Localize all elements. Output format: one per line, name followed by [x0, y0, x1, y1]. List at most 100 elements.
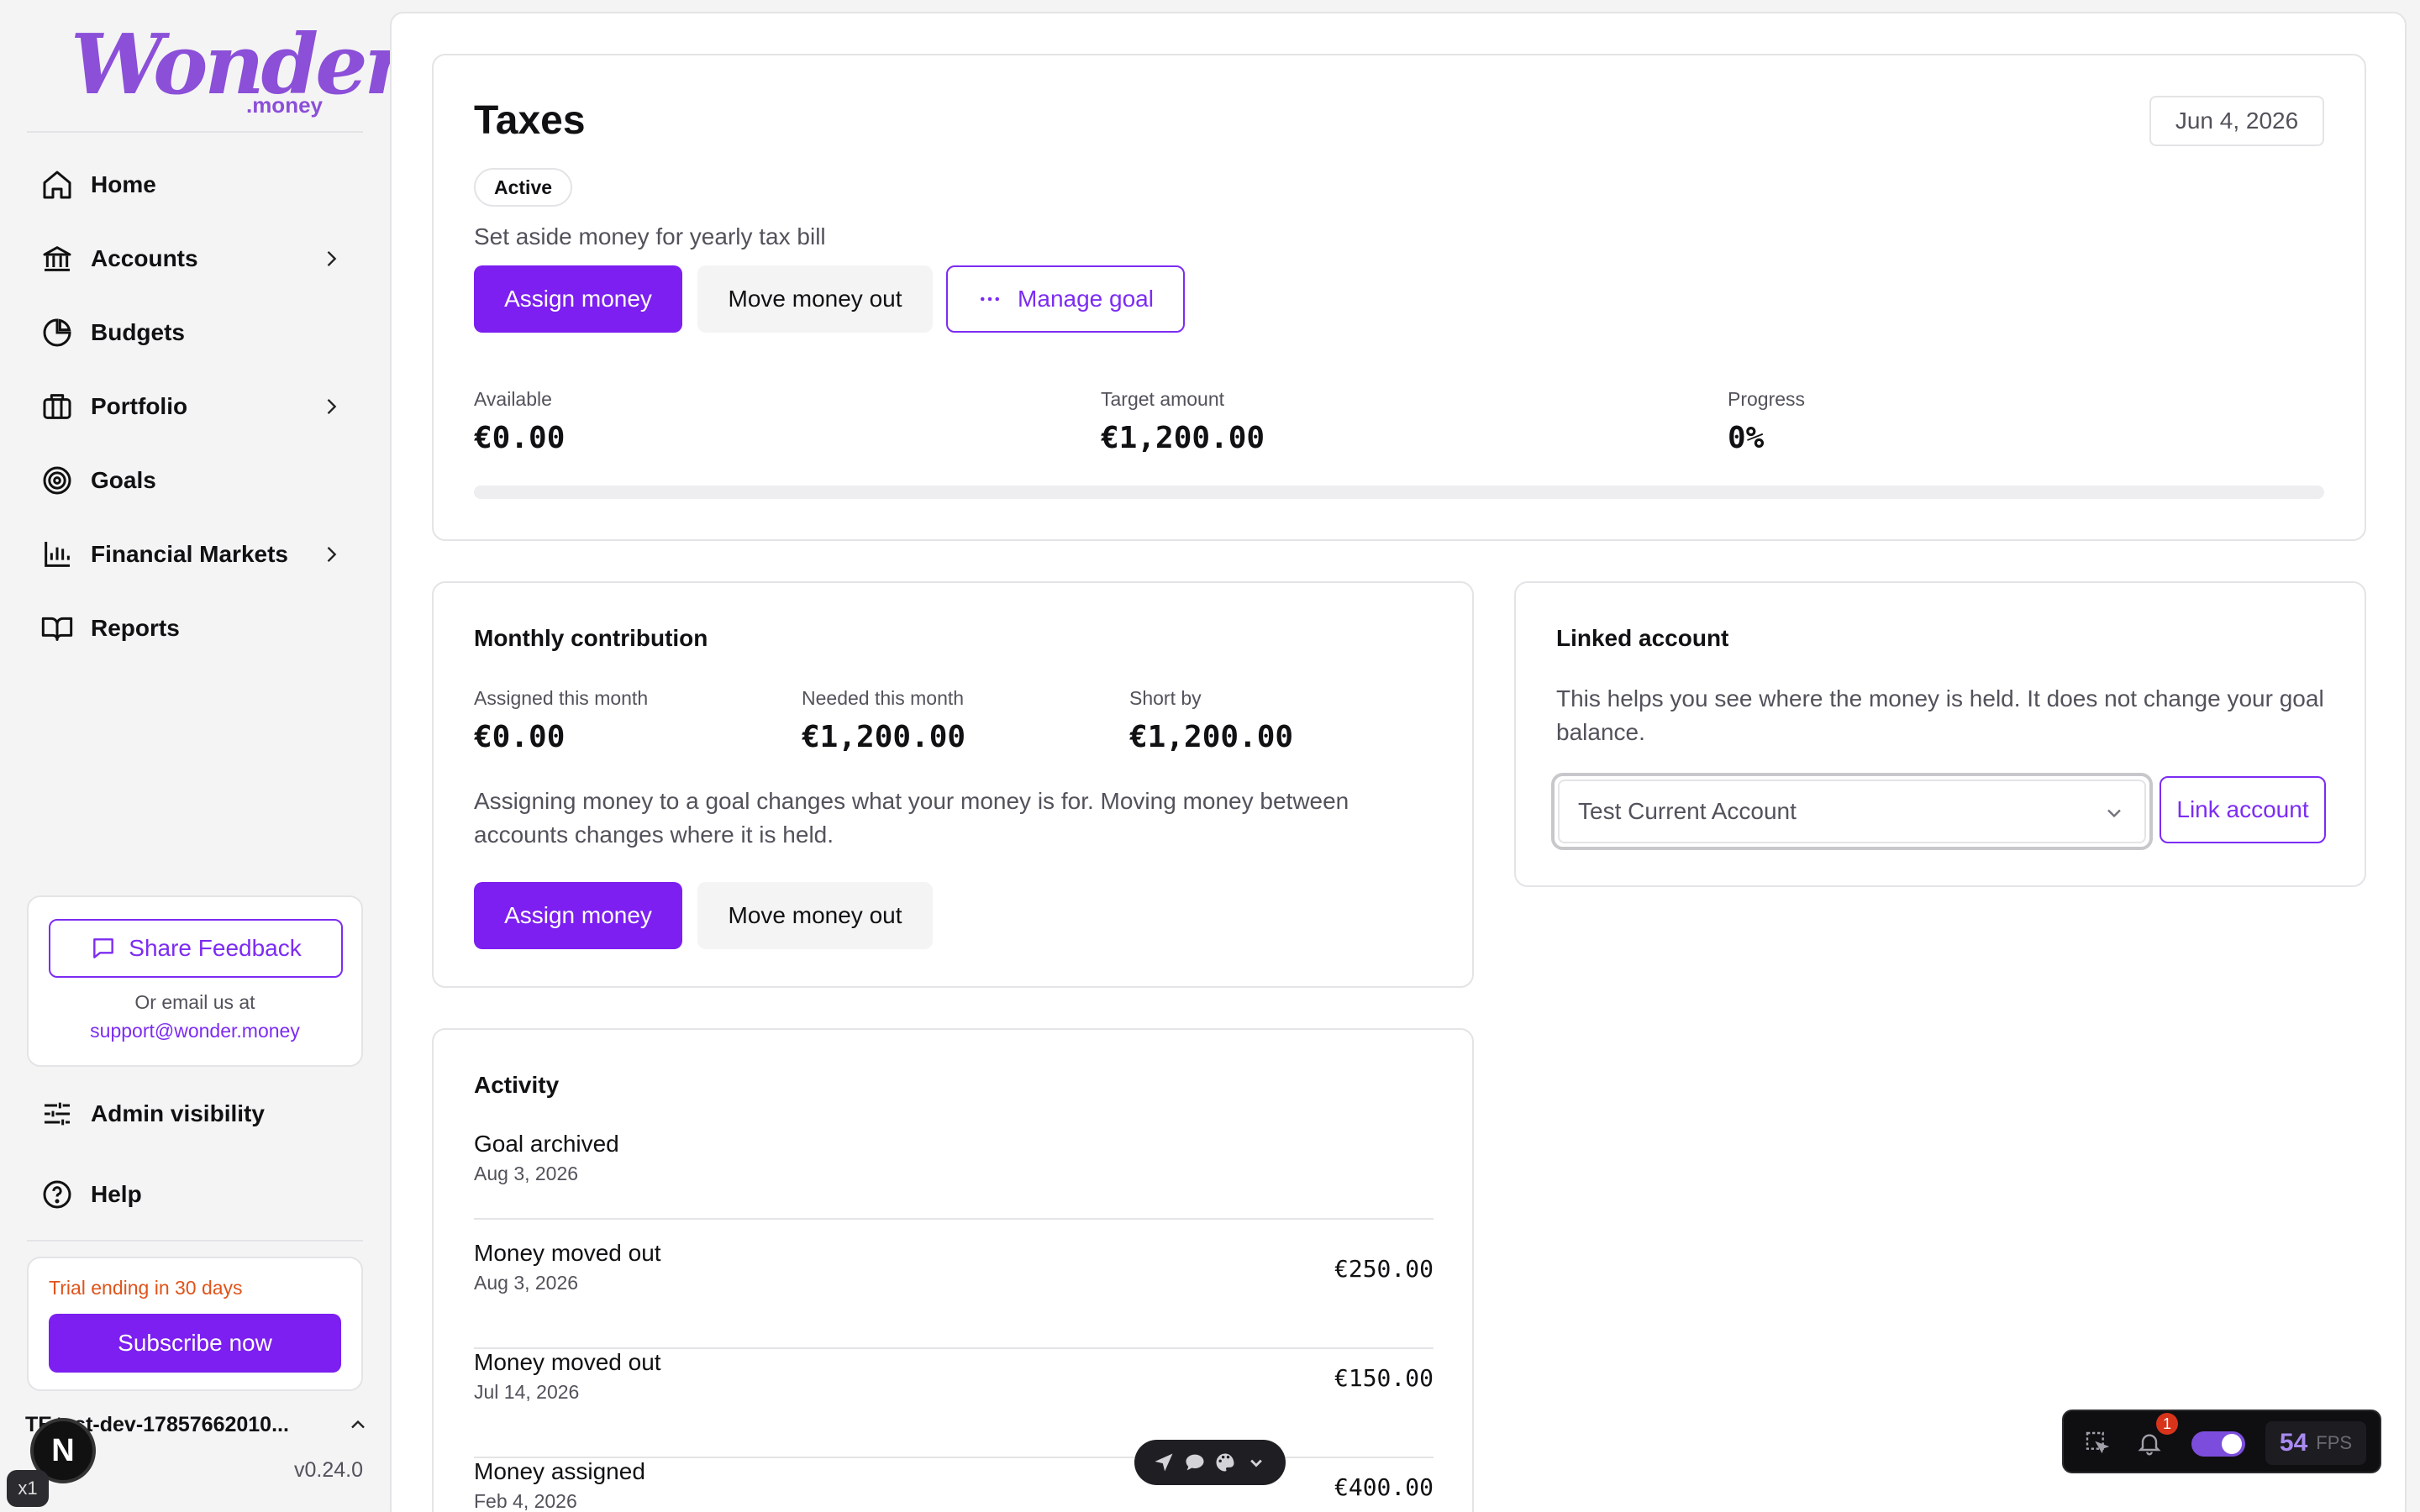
contribution-explanation: Assigning money to a goal changes what y…	[474, 788, 1349, 848]
trial-warning-text: Trial ending in 30 days	[49, 1277, 243, 1299]
chevron-right-icon	[327, 251, 337, 266]
link-account-button[interactable]: Link account	[2160, 776, 2326, 843]
activity-amount: €150.00	[1334, 1364, 1434, 1392]
sidebar-item-label: Accounts	[91, 245, 198, 271]
stat-label: Short by	[1129, 687, 1202, 709]
sidebar-item-budgets[interactable]: Budgets	[27, 296, 363, 370]
pie-chart-icon	[43, 318, 71, 347]
support-email-link[interactable]: support@wonder.money	[29, 1020, 361, 1042]
stat-value: €0.00	[474, 720, 566, 754]
brand-logo[interactable]: Wonder .money	[71, 17, 408, 123]
stat-label: Progress	[1728, 388, 1806, 410]
manage-goal-button[interactable]: Manage goal	[946, 265, 1185, 333]
feedback-card: Share Feedback Or email us at support@wo…	[27, 895, 363, 1067]
move-money-out-button[interactable]: Move money out	[697, 265, 933, 333]
assign-money-button[interactable]: Assign money	[474, 882, 682, 949]
fps-meter: 54 FPS	[2265, 1421, 2366, 1465]
share-feedback-label: Share Feedback	[129, 935, 302, 961]
progress-bar	[474, 486, 2324, 499]
share-feedback-button[interactable]: Share Feedback	[49, 919, 343, 978]
sidebar-item-label: Goals	[91, 467, 156, 493]
briefcase-icon	[43, 394, 71, 419]
palette-icon[interactable]	[1213, 1451, 1237, 1474]
sidebar-item-home[interactable]: Home	[27, 148, 363, 222]
devtools-bar: 1 54 FPS	[2062, 1410, 2381, 1473]
chat-bubble-icon	[93, 938, 114, 958]
activity-name: Money moved out	[474, 1240, 661, 1266]
bell-icon[interactable]	[2136, 1430, 2163, 1457]
stat-value: 0%	[1728, 421, 1765, 455]
sidebar-item-label: Reports	[91, 615, 180, 641]
chevron-up-icon	[351, 1420, 365, 1429]
activity-date: Aug 3, 2026	[474, 1163, 579, 1184]
floating-toolbar	[1134, 1440, 1286, 1485]
help-circle-icon	[43, 1180, 71, 1209]
stat-value: €1,200.00	[1101, 421, 1265, 455]
goal-summary-card: Taxes Jun 4, 2026 Active Set aside money…	[432, 54, 2366, 541]
help-item[interactable]: Help	[40, 1161, 142, 1228]
activity-row: Money assigned Feb 4, 2026 €400.00	[474, 1458, 1434, 1512]
target-icon	[43, 466, 71, 495]
sidebar-item-label: Budgets	[91, 319, 185, 345]
target-amount-stat: Target amount €1,200.00	[1101, 388, 1265, 455]
card-title: Activity	[474, 1072, 560, 1098]
chevron-right-icon	[327, 399, 337, 414]
available-stat: Available €0.00	[474, 388, 565, 455]
card-title: Monthly contribution	[474, 625, 708, 651]
progress-stat: Progress 0%	[1728, 388, 1805, 455]
stat-label: Available	[474, 388, 552, 410]
chevron-down-icon	[2107, 809, 2121, 818]
subscribe-now-button[interactable]: Subscribe now	[49, 1314, 341, 1373]
stat-value: €1,200.00	[802, 720, 966, 754]
account-select-value: Test Current Account	[1558, 780, 2146, 843]
activity-name: Money assigned	[474, 1458, 645, 1484]
stat-label: Target amount	[1101, 388, 1225, 410]
comment-icon[interactable]	[1183, 1451, 1207, 1474]
sidebar-item-financial-markets[interactable]: Financial Markets	[27, 517, 363, 591]
select-element-icon[interactable]	[2084, 1430, 2111, 1457]
monthly-contribution-card: Monthly contribution Assigned this month…	[432, 581, 1474, 988]
sidebar-item-label: Portfolio	[91, 393, 188, 419]
fps-label: FPS	[2316, 1432, 2353, 1453]
activity-name: Goal archived	[474, 1131, 619, 1157]
sidebar-item-goals[interactable]: Goals	[27, 444, 363, 517]
status-badge: Active	[474, 168, 573, 207]
activity-row: Goal archived Aug 3, 2026	[474, 1131, 1434, 1220]
brand-name: Wonder	[71, 17, 408, 113]
stat-label: Assigned this month	[474, 687, 649, 709]
admin-visibility-item[interactable]: Admin visibility	[40, 1080, 265, 1147]
sidebar-item-portfolio[interactable]: Portfolio	[27, 370, 363, 444]
activity-row: Money moved out Jul 14, 2026 €150.00	[474, 1349, 1434, 1458]
page-title: Taxes	[474, 98, 586, 143]
chevron-down-icon[interactable]	[1244, 1451, 1268, 1474]
main-panel: Taxes Jun 4, 2026 Active Set aside money…	[390, 12, 2407, 1512]
help-label: Help	[91, 1181, 142, 1207]
assign-money-button[interactable]: Assign money	[474, 265, 682, 333]
card-title: Linked account	[1556, 625, 1729, 651]
brand-suffix: .money	[245, 92, 323, 118]
sidebar-item-accounts[interactable]: Accounts	[27, 222, 363, 296]
fps-value: 54	[2279, 1429, 2308, 1457]
stat-value: €1,200.00	[1129, 720, 1294, 754]
sidebar-nav: Home Accounts Budgets Portfolio Goals Fi…	[27, 148, 363, 665]
activity-date: Jul 14, 2026	[474, 1381, 580, 1403]
more-horizontal-icon	[981, 297, 1000, 302]
sliders-icon	[45, 1102, 70, 1126]
activity-date: Feb 4, 2026	[474, 1490, 577, 1512]
home-icon	[43, 171, 71, 199]
sidebar-divider	[27, 131, 363, 133]
bank-icon	[43, 246, 71, 271]
send-icon[interactable]	[1152, 1451, 1176, 1474]
activity-row: Money moved out Aug 3, 2026 €250.00	[474, 1240, 1434, 1349]
move-money-out-button[interactable]: Move money out	[697, 882, 933, 949]
devtools-toggle[interactable]	[2191, 1431, 2245, 1457]
account-select[interactable]: Test Current Account	[1551, 773, 2153, 850]
goal-date: Jun 4, 2026	[2149, 96, 2324, 146]
admin-visibility-label: Admin visibility	[91, 1100, 265, 1126]
stat-value: €0.00	[474, 421, 566, 455]
assigned-this-month-stat: Assigned this month €0.00	[474, 687, 648, 754]
manage-goal-label: Manage goal	[1018, 286, 1154, 312]
sidebar-item-reports[interactable]: Reports	[27, 591, 363, 665]
activity-card: Activity Goal archived Aug 3, 2026 Money…	[432, 1028, 1474, 1512]
stat-label: Needed this month	[802, 687, 965, 709]
